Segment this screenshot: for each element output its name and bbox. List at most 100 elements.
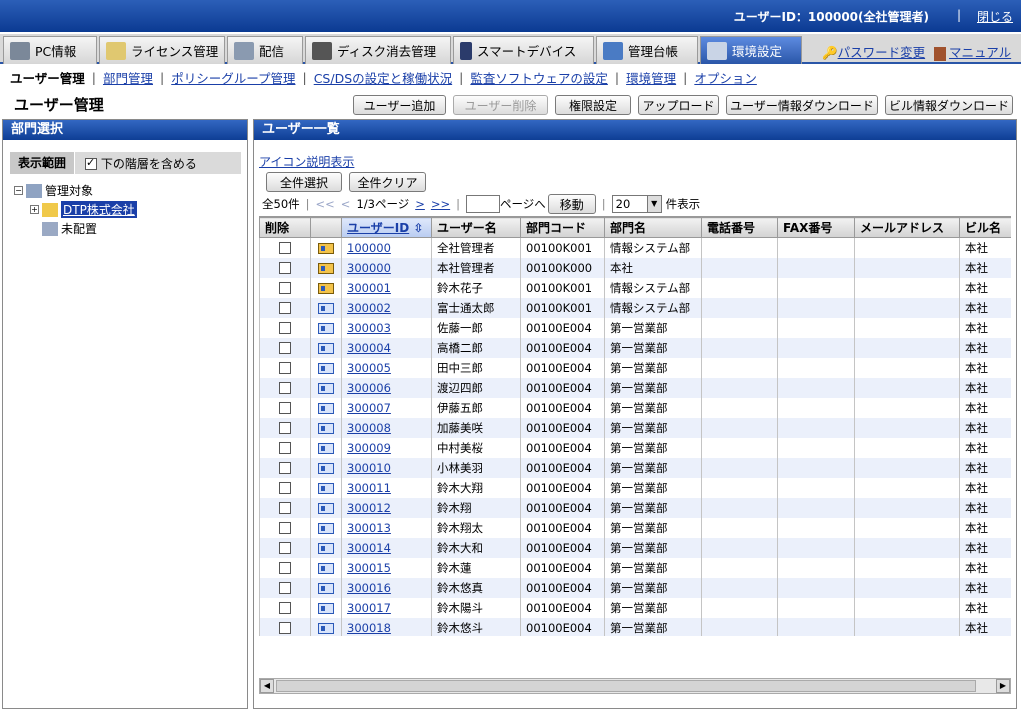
delete-checkbox[interactable] — [279, 262, 291, 274]
user-id-link[interactable]: 300004 — [347, 341, 391, 355]
delete-checkbox[interactable] — [279, 282, 291, 294]
col-user-id[interactable]: ユーザーID ⇳ — [341, 217, 432, 238]
user-id-link[interactable]: 300014 — [347, 541, 391, 555]
scroll-right-icon[interactable]: ▶ — [996, 679, 1010, 693]
tab-smart-device[interactable]: スマートデバイス — [453, 36, 594, 64]
delete-checkbox[interactable] — [279, 382, 291, 394]
delete-checkbox[interactable] — [279, 342, 291, 354]
manual-link[interactable]: マニュアル — [934, 42, 1011, 61]
delete-checkbox[interactable] — [279, 522, 291, 534]
user-id-link[interactable]: 300011 — [347, 481, 391, 495]
tree-company-label[interactable]: DTP株式会社 — [61, 201, 137, 218]
subnav-cs-ds[interactable]: CS/DSの設定と稼働状況 — [314, 68, 452, 87]
user-id-link[interactable]: 300008 — [347, 421, 391, 435]
last-page-icon[interactable]: >> — [431, 197, 450, 211]
delete-checkbox[interactable] — [279, 622, 291, 634]
user-id-link[interactable]: 300017 — [347, 601, 391, 615]
delete-checkbox[interactable] — [279, 502, 291, 514]
user-id-link[interactable]: 300016 — [347, 581, 391, 595]
col-email[interactable]: メールアドレス — [854, 217, 960, 238]
delete-checkbox[interactable] — [279, 242, 291, 255]
col-dept-name[interactable]: 部門名 — [604, 217, 702, 238]
delete-user-button[interactable]: ユーザー削除 — [453, 95, 548, 115]
clear-all-button[interactable]: 全件クリア — [349, 172, 426, 192]
delete-checkbox[interactable] — [279, 562, 291, 574]
scroll-left-icon[interactable]: ◀ — [260, 679, 274, 693]
scroll-thumb[interactable] — [276, 680, 976, 692]
col-phone[interactable]: 電話番号 — [701, 217, 778, 238]
page-number-input[interactable] — [466, 195, 501, 213]
go-button[interactable]: 移動 — [547, 194, 596, 214]
include-sublevels-checkbox[interactable] — [85, 156, 98, 170]
delete-checkbox[interactable] — [279, 482, 291, 494]
icon-legend-link[interactable]: アイコン説明表示 — [259, 153, 354, 170]
tab-ledger[interactable]: 管理台帳 — [596, 36, 698, 64]
col-building[interactable]: ビル名 — [959, 217, 1011, 238]
sort-icon[interactable]: ⇳ — [413, 221, 423, 235]
close-link[interactable]: 閉じる — [977, 8, 1013, 25]
user-id-link[interactable]: 300006 — [347, 381, 391, 395]
tab-license[interactable]: ライセンス管理 — [99, 36, 225, 64]
password-change-link[interactable]: 🔑パスワード変更 — [822, 42, 925, 61]
user-id-link[interactable]: 300005 — [347, 361, 391, 375]
subnav-options[interactable]: オプション — [694, 68, 757, 87]
upload-button[interactable]: アップロード — [638, 95, 719, 115]
subnav-dept-mgmt[interactable]: 部門管理 — [103, 68, 153, 87]
user-id-link[interactable]: 300012 — [347, 501, 391, 515]
subnav-policy-group[interactable]: ポリシーグループ管理 — [171, 68, 295, 87]
expand-icon[interactable]: + — [30, 205, 39, 214]
col-user-id-label[interactable]: ユーザーID — [347, 221, 409, 235]
col-user-name[interactable]: ユーザー名 — [431, 217, 521, 238]
subnav-audit-software[interactable]: 監査ソフトウェアの設定 — [470, 68, 608, 87]
tab-delivery[interactable]: 配信 — [227, 36, 303, 64]
user-id-link[interactable]: 300013 — [347, 521, 391, 535]
subnav-env-mgmt[interactable]: 環境管理 — [626, 68, 676, 87]
user-id-link[interactable]: 300003 — [347, 321, 391, 335]
user-id-link[interactable]: 300010 — [347, 461, 391, 475]
next-page-icon[interactable]: > — [415, 197, 425, 211]
tree-unassigned[interactable]: 未配置 — [42, 220, 97, 237]
tab-disk-erase[interactable]: ディスク消去管理 — [305, 36, 451, 64]
delete-checkbox[interactable] — [279, 422, 291, 434]
pagination-separator: | — [305, 197, 310, 211]
delete-checkbox[interactable] — [279, 542, 291, 554]
add-user-button[interactable]: ユーザー追加 — [353, 95, 446, 115]
user-id-link[interactable]: 300001 — [347, 281, 391, 295]
collapse-icon[interactable]: − — [14, 186, 23, 195]
user-id-link[interactable]: 300009 — [347, 441, 391, 455]
select-all-button[interactable]: 全件選択 — [266, 172, 342, 192]
download-user-info-button[interactable]: ユーザー情報ダウンロード — [726, 95, 878, 115]
delete-checkbox[interactable] — [279, 362, 291, 374]
delete-checkbox[interactable] — [279, 402, 291, 414]
include-sublevels-control[interactable]: 下の階層を含める — [85, 155, 197, 172]
tab-settings[interactable]: 環境設定 — [700, 36, 802, 64]
dropdown-arrow-icon[interactable]: ▼ — [646, 196, 661, 212]
delete-cell — [259, 237, 311, 258]
tree-root[interactable]: − 管理対象 — [14, 182, 93, 199]
horizontal-scrollbar[interactable]: ◀ ▶ — [259, 678, 1011, 694]
delete-checkbox[interactable] — [279, 582, 291, 594]
delete-checkbox[interactable] — [279, 442, 291, 454]
first-page-icon[interactable]: << — [316, 197, 335, 211]
delete-checkbox[interactable] — [279, 602, 291, 614]
tab-pc-info[interactable]: PC情報 — [3, 36, 97, 64]
permission-button[interactable]: 権限設定 — [555, 95, 631, 115]
per-page-select[interactable]: 20 ▼ — [611, 195, 662, 213]
col-fax[interactable]: FAX番号 — [777, 217, 855, 238]
delete-cell — [259, 337, 311, 358]
col-dept-code[interactable]: 部門コード — [520, 217, 605, 238]
user-id-link[interactable]: 300015 — [347, 561, 391, 575]
user-id-link[interactable]: 300007 — [347, 401, 391, 415]
download-bill-info-button[interactable]: ビル情報ダウンロード — [885, 95, 1013, 115]
password-label[interactable]: パスワード変更 — [838, 45, 926, 60]
prev-page-icon[interactable]: < — [341, 197, 351, 211]
user-id-link[interactable]: 100000 — [347, 241, 391, 255]
user-id-link[interactable]: 300000 — [347, 261, 391, 275]
user-id-link[interactable]: 300018 — [347, 621, 391, 635]
manual-label[interactable]: マニュアル — [949, 45, 1011, 60]
delete-checkbox[interactable] — [279, 462, 291, 474]
delete-checkbox[interactable] — [279, 322, 291, 334]
user-id-link[interactable]: 300002 — [347, 301, 391, 315]
delete-checkbox[interactable] — [279, 302, 291, 314]
tree-company[interactable]: + DTP株式会社 — [30, 201, 137, 218]
